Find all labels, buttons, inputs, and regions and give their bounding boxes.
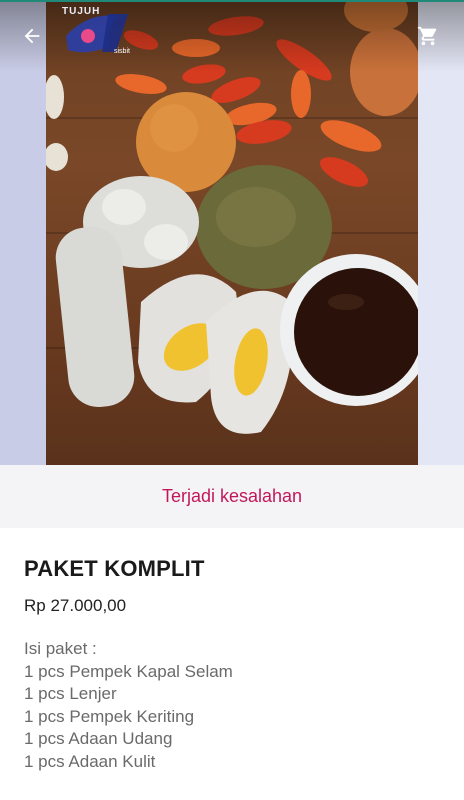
shopping-cart-icon xyxy=(417,26,437,46)
product-details: PAKET KOMPLIT Rp 27.000,00 Isi paket : 1… xyxy=(24,528,440,773)
product-image-area: TUJUH sisbit xyxy=(0,2,464,465)
description-line: 1 pcs Adaan Udang xyxy=(24,729,173,748)
description-line: Isi paket : xyxy=(24,639,97,658)
description-line: 1 pcs Pempek Kapal Selam xyxy=(24,661,233,681)
error-banner[interactable]: Terjadi kesalahan xyxy=(0,465,464,528)
logo-text: TUJUH xyxy=(62,6,101,17)
cart-button[interactable] xyxy=(412,20,444,52)
description-line: 1 pcs Pempek Keriting xyxy=(24,706,195,726)
arrow-left-icon xyxy=(24,28,40,44)
logo-subtext: sisbit xyxy=(114,48,130,55)
description-line: 1 pcs Lenjer xyxy=(24,684,117,703)
error-message: Terjadi kesalahan xyxy=(161,486,303,506)
back-button[interactable] xyxy=(16,20,48,52)
description-line: 1 pcs Adaan Kulit xyxy=(24,751,156,771)
product-description: Isi paket : 1 pcs Pempek Kapal Selam 1 p… xyxy=(24,638,440,773)
product-price: Rp 27.000,00 xyxy=(24,596,127,615)
product-name: PAKET KOMPLIT xyxy=(24,556,205,581)
